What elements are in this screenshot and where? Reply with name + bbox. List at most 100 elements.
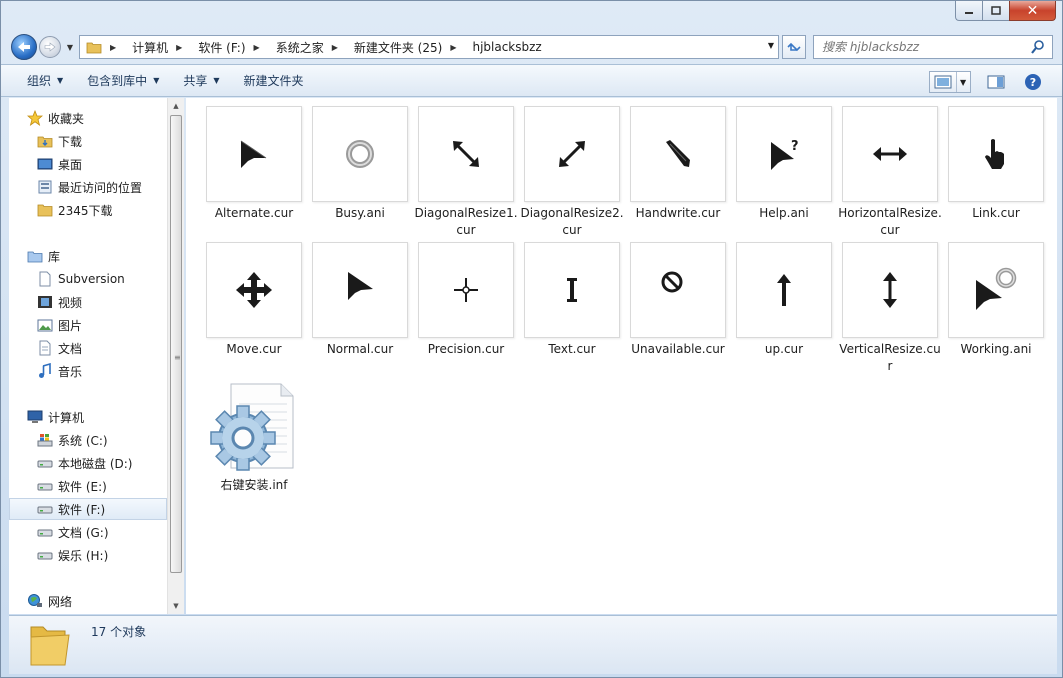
- item-count-label: 17 个对象: [91, 625, 147, 639]
- precision-crosshair-icon: [454, 278, 478, 302]
- nav-item-music[interactable]: 音乐: [37, 360, 82, 382]
- change-view-button[interactable]: ▼: [929, 71, 971, 93]
- file-item[interactable]: Busy.ani: [308, 106, 412, 222]
- folder-icon: [30, 626, 70, 666]
- command-bar: 组织 ▼ 包含到库中 ▼ 共享 ▼ 新建文件夹 ▼ ?: [1, 64, 1062, 97]
- search-box[interactable]: [813, 35, 1053, 59]
- file-name: Precision.cur: [427, 342, 505, 356]
- working-cursor-icon: [976, 267, 1017, 310]
- busy-ring-icon: [346, 140, 374, 168]
- address-bar[interactable]: ▶ 计算机 ▶ 软件 (F:) ▶ 系统之家 ▶ 新建文件夹 (25) ▶ hjblac…: [79, 35, 779, 59]
- file-item[interactable]: HorizontalResize.cur: [838, 106, 942, 239]
- nav-item-subversion[interactable]: Subversion: [37, 268, 125, 290]
- file-item[interactable]: Alternate.cur: [202, 106, 306, 222]
- breadcrumb-label: 计算机: [132, 40, 169, 55]
- nav-item-documents[interactable]: 文档: [37, 337, 82, 359]
- video-library-icon: [37, 294, 53, 310]
- nav-item-drive-h[interactable]: 娱乐 (H:): [37, 544, 108, 566]
- file-item[interactable]: ? Help.ani: [732, 106, 836, 222]
- alternate-cursor-icon: [240, 140, 267, 168]
- arrow-cursor-icon: [348, 272, 373, 300]
- text-ibeam-icon: [567, 278, 577, 302]
- recent-pages-dropdown[interactable]: ▼: [64, 41, 76, 53]
- breadcrumb-new-folder-25[interactable]: 新建文件夹 (25) ▶: [354, 39, 465, 56]
- forward-button[interactable]: [39, 36, 61, 58]
- file-item[interactable]: 右键安装.inf: [202, 378, 306, 494]
- diagonal-resize1-icon: [453, 141, 479, 167]
- file-item[interactable]: Working.ani: [944, 242, 1048, 358]
- file-item[interactable]: Handwrite.cur: [626, 106, 730, 222]
- nav-item-downloads[interactable]: 下载: [37, 130, 82, 152]
- nav-favorites[interactable]: 收藏夹: [27, 107, 84, 129]
- nav-libraries[interactable]: 库: [27, 245, 60, 267]
- close-button[interactable]: ✕: [1009, 1, 1056, 21]
- nav-item-2345-downloads[interactable]: 2345下载: [37, 199, 113, 221]
- address-history-dropdown[interactable]: ▼: [768, 41, 774, 50]
- downloads-folder-icon: [37, 133, 53, 149]
- file-list-view[interactable]: Alternate.cur Busy.ani DiagonalResize1.c…: [186, 98, 1057, 614]
- hard-drive-icon: [37, 455, 53, 471]
- file-name: Busy.ani: [335, 206, 385, 220]
- file-item[interactable]: Link.cur: [944, 106, 1048, 222]
- maximize-button[interactable]: [982, 1, 1009, 21]
- nav-network-label: 网络: [48, 594, 73, 609]
- folder-icon: [37, 202, 53, 218]
- file-name: Working.ani: [960, 342, 1032, 356]
- nav-libraries-label: 库: [48, 249, 61, 264]
- file-item[interactable]: Unavailable.cur: [626, 242, 730, 358]
- file-item[interactable]: Precision.cur: [414, 242, 518, 358]
- search-input[interactable]: [814, 36, 1014, 58]
- search-icon[interactable]: [1030, 39, 1046, 55]
- nav-item-label: 软件 (E:): [58, 479, 107, 494]
- breadcrumb-root-separator[interactable]: ▶: [110, 43, 124, 52]
- breadcrumb-xitongzhijia[interactable]: 系统之家 ▶: [276, 39, 346, 56]
- nav-network[interactable]: 网络: [27, 590, 72, 612]
- back-arrow-icon: [18, 42, 30, 52]
- preview-pane-button[interactable]: [985, 72, 1007, 92]
- file-item[interactable]: DiagonalResize2.cur: [520, 106, 624, 239]
- breadcrumb-computer[interactable]: 计算机 ▶: [132, 39, 190, 56]
- breadcrumb-current[interactable]: hjblacksbzz: [472, 40, 541, 54]
- nav-item-pictures[interactable]: 图片: [37, 314, 82, 336]
- breadcrumb-drive-f[interactable]: 软件 (F:) ▶: [198, 39, 267, 56]
- file-item[interactable]: Normal.cur: [308, 242, 412, 358]
- nav-computer[interactable]: 计算机: [27, 406, 84, 428]
- nav-item-label: 文档 (G:): [58, 525, 109, 540]
- nav-computer-label: 计算机: [48, 410, 85, 425]
- caption-buttons: ✕: [955, 1, 1056, 21]
- view-dropdown-arrow[interactable]: ▼: [956, 72, 966, 92]
- scroll-down-arrow[interactable]: ▼: [168, 598, 184, 614]
- help-button[interactable]: ?: [1022, 72, 1044, 92]
- file-name: Normal.cur: [326, 342, 394, 356]
- nav-item-videos[interactable]: 视频: [37, 291, 82, 313]
- svg-text:?: ?: [1030, 76, 1036, 89]
- nav-item-drive-d[interactable]: 本地磁盘 (D:): [37, 452, 132, 474]
- file-item[interactable]: up.cur: [732, 242, 836, 358]
- file-name: 右键安装.inf: [220, 478, 288, 492]
- organize-button[interactable]: 组织 ▼: [15, 69, 75, 93]
- share-label: 共享: [183, 74, 208, 88]
- nav-item-drive-c[interactable]: 系统 (C:): [37, 429, 108, 451]
- file-item[interactable]: DiagonalResize1.cur: [414, 106, 518, 239]
- nav-item-drive-e[interactable]: 软件 (E:): [37, 475, 107, 497]
- refresh-icon: [787, 42, 801, 52]
- refresh-button[interactable]: [782, 35, 806, 59]
- new-folder-button[interactable]: 新建文件夹: [232, 69, 316, 93]
- file-name: DiagonalResize1.cur: [414, 206, 518, 237]
- file-item[interactable]: Move.cur: [202, 242, 306, 358]
- file-name: Help.ani: [759, 206, 809, 220]
- nav-item-recent-places[interactable]: 最近访问的位置: [37, 176, 142, 198]
- nav-item-desktop[interactable]: 桌面: [37, 153, 82, 175]
- share-button[interactable]: 共享 ▼: [171, 69, 231, 93]
- minimize-button[interactable]: [955, 1, 982, 21]
- nav-item-drive-g[interactable]: 文档 (G:): [37, 521, 109, 543]
- scroll-thumb[interactable]: ≡: [170, 115, 182, 573]
- nav-item-drive-f[interactable]: 软件 (F:): [9, 498, 167, 520]
- navigation-scrollbar[interactable]: ▲ ≡ ▼: [167, 98, 184, 614]
- documents-library-icon: [37, 340, 53, 356]
- scroll-up-arrow[interactable]: ▲: [168, 98, 184, 114]
- file-item[interactable]: Text.cur: [520, 242, 624, 358]
- file-item[interactable]: VerticalResize.cur: [838, 242, 942, 375]
- include-in-library-button[interactable]: 包含到库中 ▼: [75, 69, 171, 93]
- back-button[interactable]: [11, 34, 37, 60]
